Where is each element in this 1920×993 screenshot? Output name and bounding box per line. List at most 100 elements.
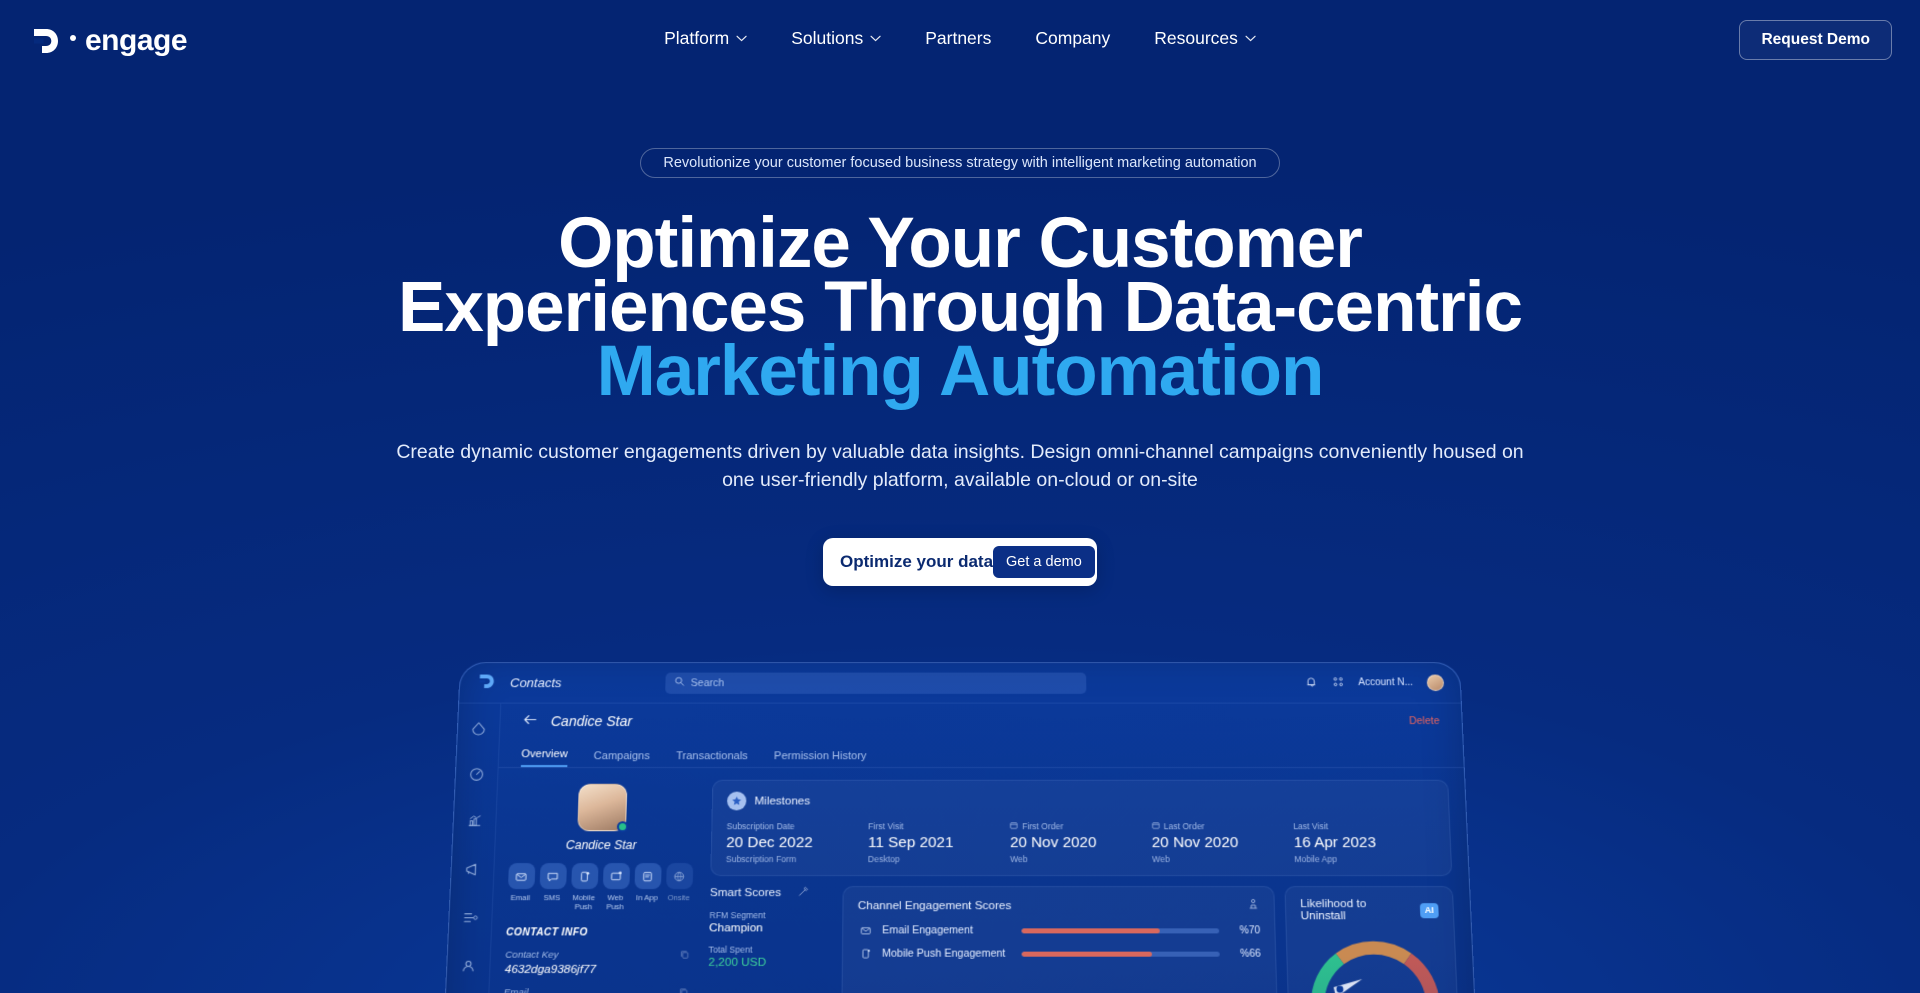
contact-name-heading: Candice Star [551,713,633,729]
milestone-value: 16 Apr 2023 [1293,834,1435,851]
channel-label: SMS [539,893,566,902]
milestone-source: Web [1152,854,1294,864]
avatar[interactable] [1427,675,1445,691]
copy-icon[interactable] [679,987,690,993]
delete-button[interactable]: Delete [1409,715,1440,727]
milestone-label: First Visit [868,821,903,831]
breadcrumb: Candice Star Delete [500,704,1463,739]
rfm-label: RFM Segment [709,910,832,920]
journey-flow-icon[interactable] [461,909,479,929]
channel-mobile-push[interactable]: Mobile Push [570,863,598,911]
cta-label: Optimize your data [840,552,993,572]
hero-section: Revolutionize your customer focused busi… [0,0,1920,586]
channel-web-push[interactable]: Web Push [602,863,630,911]
back-arrow-icon[interactable] [522,714,537,728]
search-placeholder: Search [691,677,725,689]
account-menu[interactable]: Account N... [1358,677,1413,688]
field-label: Email [504,987,690,993]
milestone-source: Desktop [868,854,1010,864]
home-icon[interactable] [470,719,488,739]
chevron-down-icon [736,35,747,42]
uninstall-likelihood-card: Likelihood to Uninstall AI [1284,886,1458,993]
engagement-percent: %70 [1227,925,1260,936]
milestone-item: Last Order 20 Nov 2020 Web [1151,821,1294,864]
tab-permission-history[interactable]: Permission History [774,750,867,767]
dengage-mark-icon [476,672,497,694]
main-navigation: Platform Solutions Partners Company Reso… [664,28,1256,49]
dashboard-topbar: Contacts Search Account N... [459,663,1461,704]
nav-label: Company [1035,28,1110,49]
calendar-icon [1010,821,1018,831]
engagement-row: Mobile Push Engagement %66 [857,948,1261,960]
tab-transactionals[interactable]: Transactionals [676,750,748,767]
analytics-icon[interactable] [465,813,483,833]
dashboard-tabs: Overview Campaigns Transactionals Permis… [499,739,1464,768]
nav-item-resources[interactable]: Resources [1154,28,1256,49]
logo-dot-icon [70,35,76,41]
nav-item-partners[interactable]: Partners [925,28,991,49]
dashboard-body: Candice Star Delete Overview Campaigns T… [435,704,1484,993]
channel-onsite[interactable]: Onsite [665,863,693,911]
mobile-push-icon [571,863,598,889]
milestone-value: 20 Nov 2020 [1152,834,1294,851]
search-input[interactable]: Search [665,672,1086,693]
milestone-value: 20 Nov 2020 [1010,834,1152,851]
engagement-row: Email Engagement %70 [858,924,1261,936]
milestone-value: 11 Sep 2021 [868,834,1010,851]
apps-grid-icon[interactable] [1331,675,1345,690]
channel-in-app[interactable]: In App [633,863,661,911]
channel-engagement-header: Channel Engagement Scores [858,898,1260,913]
milestones-card: Milestones Subscription Date 20 Dec 2022… [710,780,1452,876]
tab-overview[interactable]: Overview [521,748,568,767]
onsite-icon [666,863,693,889]
nav-item-company[interactable]: Company [1035,28,1110,49]
get-a-demo-button[interactable]: Get a demo [993,546,1095,578]
channel-label: In App [634,893,661,902]
dashboard-gauge-icon[interactable] [468,766,486,786]
tab-campaigns[interactable]: Campaigns [593,750,650,767]
channel-sms[interactable]: SMS [538,863,566,911]
nav-label: Resources [1154,28,1238,49]
milestone-item: First Order 20 Nov 2020 Web [1010,821,1152,864]
copy-icon[interactable] [680,950,691,963]
request-demo-button[interactable]: Request Demo [1739,20,1892,60]
milestone-label: Last Visit [1293,821,1328,831]
hero-cta-group: Optimize your data Get a demo [823,538,1097,586]
topbar-actions: Account N... [1304,675,1444,691]
campaign-megaphone-icon[interactable] [463,861,481,881]
channel-label: Email [507,893,534,902]
contact-key-field: Contact Key 4632dga9386jf77 [504,950,690,976]
uninstall-title: Likelihood to Uninstall [1300,898,1405,922]
milestone-label: First Order [1022,821,1063,831]
scores-row: Smart Scores RFM Segment Champion Total … [707,886,1459,993]
contacts-icon[interactable] [459,958,477,978]
channel-label: Web Push [602,893,629,911]
dashboard-mockup: Contacts Search Account N... Candice Sta… [434,662,1485,993]
overview-columns: Candice Star Email SMS Mobile Push Web P… [488,768,1476,993]
field-label: Contact Key [505,950,690,961]
milestone-label: Last Order [1164,821,1205,831]
channel-email[interactable]: Email [507,863,535,911]
smart-scores-title: Smart Scores [710,887,781,899]
web-push-icon [602,863,629,889]
milestone-value: 20 Dec 2022 [726,834,868,851]
milestone-source: Mobile App [1294,854,1436,864]
email-icon [858,924,874,936]
hero-eyebrow-badge: Revolutionize your customer focused busi… [640,148,1279,178]
score-icon [1247,898,1260,913]
in-app-icon [634,863,661,889]
nav-item-solutions[interactable]: Solutions [791,28,881,49]
brand-logo[interactable]: engage [28,24,187,58]
landing-page: engage Platform Solutions Partners Compa… [0,0,1920,993]
brand-name: engage [85,26,187,56]
channel-icons: Email SMS Mobile Push Web Push In App On… [507,863,692,911]
milestones-header: Milestones [727,792,1434,811]
chevron-down-icon [1245,35,1256,42]
nav-item-platform[interactable]: Platform [664,28,747,49]
dengage-logo-icon [28,24,62,58]
bell-icon[interactable] [1304,675,1318,690]
magic-wand-icon [797,886,808,900]
contact-info-heading: CONTACT INFO [506,927,691,938]
channel-label: Mobile Push [570,893,597,911]
milestone-label: Subscription Date [726,821,794,831]
